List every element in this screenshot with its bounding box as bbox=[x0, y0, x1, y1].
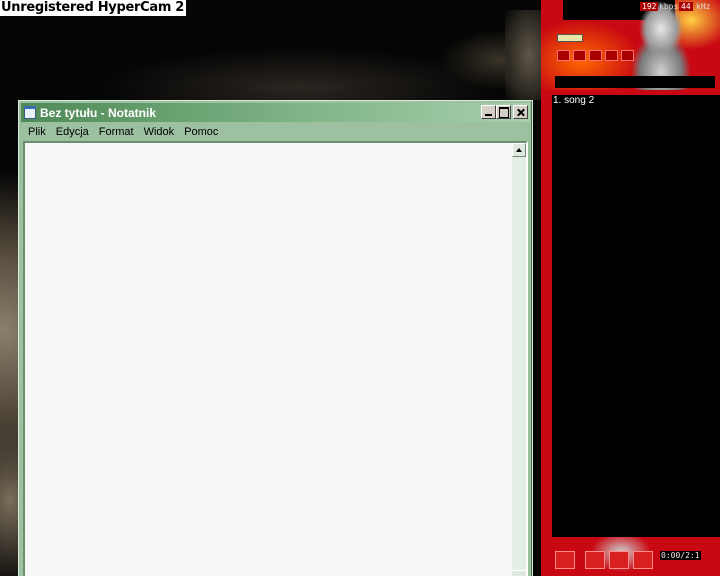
wallpaper-rock bbox=[505, 10, 545, 100]
menu-file[interactable]: Plik bbox=[21, 123, 51, 141]
samplerate-unit: kHz bbox=[696, 2, 711, 11]
playlist-time: 0:00/2:1 bbox=[660, 551, 701, 560]
vertical-scrollbar[interactable] bbox=[512, 143, 526, 576]
menu-view[interactable]: Widok bbox=[139, 123, 180, 141]
play-button[interactable] bbox=[573, 50, 586, 61]
menu-help[interactable]: Pomoc bbox=[179, 123, 223, 141]
seek-bar[interactable] bbox=[555, 76, 715, 88]
samplerate-readout: 44 bbox=[679, 2, 693, 11]
next-button[interactable] bbox=[621, 50, 634, 61]
minimize-icon[interactable] bbox=[481, 105, 496, 119]
winamp-main-window: 192 kbps 44 kHz bbox=[541, 0, 720, 90]
bitrate-unit: kbps bbox=[659, 2, 679, 11]
stop-button[interactable] bbox=[605, 50, 618, 61]
bitrate-readout: 192 bbox=[640, 2, 659, 11]
misc-button[interactable] bbox=[633, 551, 653, 569]
text-editor-area[interactable] bbox=[23, 141, 528, 576]
remove-button[interactable] bbox=[585, 551, 605, 569]
menu-format[interactable]: Format bbox=[94, 123, 139, 141]
notepad-icon[interactable] bbox=[24, 106, 36, 119]
previous-button[interactable] bbox=[557, 50, 570, 61]
playlist-item[interactable]: 1. song 2 bbox=[552, 95, 720, 107]
recording-watermark: Unregistered HyperCam 2 bbox=[0, 0, 187, 16]
select-button[interactable] bbox=[609, 551, 629, 569]
arrow-up-icon[interactable] bbox=[512, 143, 526, 157]
notepad-window: Bez tytułu - Notatnik Plik Edycja Format… bbox=[18, 100, 533, 576]
winamp-playlist-window: 1. song 2 0:00/2:1 bbox=[541, 90, 720, 576]
maximize-icon[interactable] bbox=[496, 105, 511, 119]
transport-controls bbox=[557, 50, 634, 61]
playlist: 1. song 2 bbox=[552, 95, 720, 537]
volume-slider[interactable] bbox=[557, 34, 583, 42]
window-controls bbox=[481, 105, 528, 119]
pause-button[interactable] bbox=[589, 50, 602, 61]
menu-edit[interactable]: Edycja bbox=[51, 123, 94, 141]
window-title: Bez tytułu - Notatnik bbox=[40, 105, 156, 120]
add-file-button[interactable] bbox=[555, 551, 575, 569]
screen: Bez tytułu - Notatnik Plik Edycja Format… bbox=[0, 0, 720, 576]
menu-bar: Plik Edycja Format Widok Pomoc bbox=[21, 123, 530, 141]
playlist-footer: 0:00/2:1 bbox=[541, 537, 720, 576]
notepad-titlebar[interactable]: Bez tytułu - Notatnik bbox=[21, 103, 530, 122]
close-icon[interactable] bbox=[513, 105, 528, 119]
arrow-down-icon[interactable] bbox=[512, 570, 526, 576]
